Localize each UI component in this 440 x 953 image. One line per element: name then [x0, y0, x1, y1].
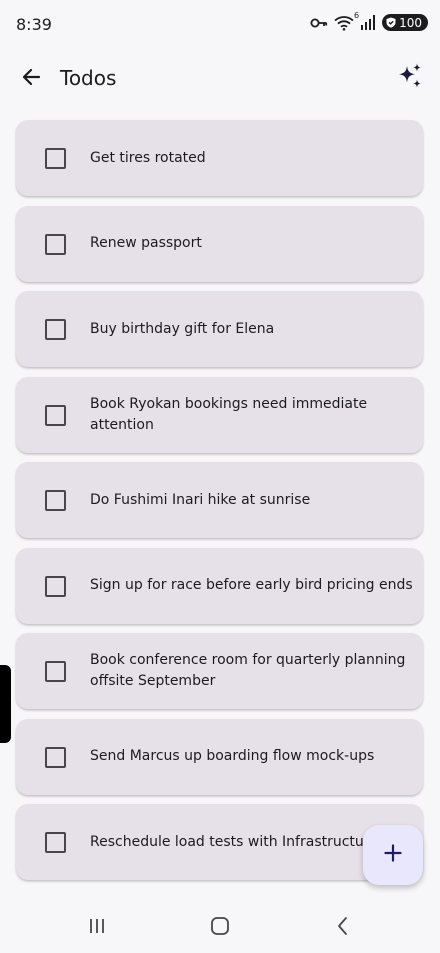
todo-checkbox[interactable] [45, 832, 66, 853]
todo-item[interactable]: Sign up for race before early bird prici… [16, 547, 423, 624]
todo-text: Send Marcus up boarding flow mock-ups [90, 748, 375, 764]
todo-item[interactable]: Book conference room for quarterly plann… [16, 633, 423, 709]
edge-panel-handle[interactable] [0, 665, 11, 743]
todo-checkbox[interactable] [45, 148, 66, 169]
todo-item[interactable]: Book Ryokan bookings need immediate atte… [16, 376, 423, 453]
wifi-badge: 6 [354, 10, 360, 20]
add-todo-button[interactable] [363, 825, 423, 885]
status-icons: 6 100 [310, 11, 428, 31]
status-bar: 8:39 6 100 [0, 0, 440, 50]
status-time: 8:39 [16, 15, 52, 34]
wifi-icon: 6 [334, 11, 359, 31]
todo-checkbox[interactable] [45, 233, 66, 255]
key-icon [310, 16, 328, 30]
plus-icon [383, 843, 403, 867]
todo-item[interactable]: Buy birthday gift for Elena [16, 291, 423, 367]
arrow-back-icon [21, 67, 41, 91]
todo-item[interactable]: Reschedule load tests with Infrastructur… [16, 804, 423, 880]
battery-icon: 100 [382, 14, 428, 31]
home-button[interactable] [208, 916, 232, 940]
app-bar: Todos [0, 50, 440, 110]
todo-item[interactable]: Get tires rotated [16, 120, 423, 196]
todo-checkbox[interactable] [45, 575, 66, 597]
sparkle-button[interactable] [394, 62, 426, 94]
todo-checkbox[interactable] [45, 404, 66, 426]
signal-icon [360, 15, 376, 30]
todo-text: Get tires rotated [90, 149, 206, 166]
battery-level: 100 [399, 15, 422, 30]
todo-text: Book conference room for quarterly plann… [90, 652, 406, 689]
todo-item[interactable]: Do Fushimi Inari hike at sunrise [16, 462, 423, 538]
todo-text: Book Ryokan bookings need immediate atte… [90, 395, 368, 433]
todo-checkbox[interactable] [45, 746, 66, 768]
todo-item[interactable]: Send Marcus up boarding flow mock-ups [16, 718, 423, 795]
todo-checkbox[interactable] [45, 661, 66, 682]
back-button[interactable] [16, 64, 46, 94]
todo-checkbox[interactable] [45, 490, 66, 511]
page-title: Todos [60, 66, 117, 90]
todo-text: Sign up for race before early bird prici… [90, 577, 413, 593]
todo-item[interactable]: Renew passport [16, 205, 423, 282]
back-nav-button[interactable] [331, 916, 355, 940]
recents-icon [87, 917, 107, 939]
back-nav-icon [335, 916, 351, 940]
home-icon [210, 916, 230, 940]
recents-button[interactable] [85, 916, 109, 940]
todo-list[interactable]: Get tires rotated Renew passport Buy bir… [0, 112, 440, 892]
sparkle-icon [396, 62, 424, 94]
todo-text: Renew passport [90, 235, 202, 251]
navigation-bar [0, 900, 440, 953]
todo-text: Buy birthday gift for Elena [90, 320, 275, 337]
todo-text: Do Fushimi Inari hike at sunrise [90, 491, 311, 508]
todo-checkbox[interactable] [45, 319, 66, 340]
